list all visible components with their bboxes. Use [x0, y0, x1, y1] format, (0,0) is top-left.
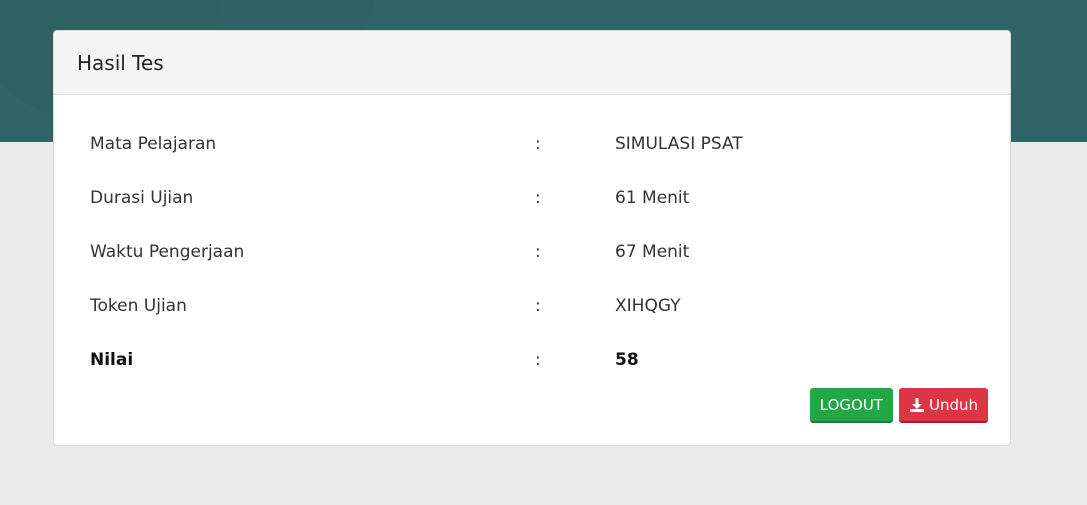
action-buttons: LOGOUT Unduh: [809, 388, 988, 423]
row-value: SIMULASI PSAT: [615, 134, 743, 154]
card-title: Hasil Tes: [77, 50, 164, 75]
row-value: XIHQGY: [615, 296, 681, 316]
row-colon: :: [535, 134, 541, 154]
row-colon: :: [535, 188, 541, 208]
row-duration: Durasi Ujian : 61 Menit: [90, 188, 970, 214]
download-label: Unduh: [928, 395, 978, 414]
row-label: Durasi Ujian: [90, 188, 194, 208]
row-value: 61 Menit: [615, 188, 690, 208]
card-header: Hasil Tes: [54, 31, 1010, 95]
logout-label: LOGOUT: [819, 395, 883, 414]
row-colon: :: [535, 242, 541, 262]
row-work-time: Waktu Pengerjaan : 67 Menit: [90, 242, 970, 268]
row-label: Token Ujian: [90, 296, 187, 316]
row-value: 58: [615, 350, 639, 370]
download-button[interactable]: Unduh: [898, 388, 988, 423]
row-score: Nilai : 58: [90, 350, 970, 376]
row-label: Waktu Pengerjaan: [90, 242, 245, 262]
row-subject: Mata Pelajaran : SIMULASI PSAT: [90, 134, 970, 160]
row-label: Nilai: [90, 350, 134, 370]
row-colon: :: [535, 350, 541, 370]
result-card: Hasil Tes Mata Pelajaran : SIMULASI PSAT…: [53, 30, 1011, 446]
row-token: Token Ujian : XIHQGY: [90, 296, 970, 322]
row-value: 67 Menit: [615, 242, 690, 262]
logout-button[interactable]: LOGOUT: [809, 388, 893, 423]
download-icon: [909, 397, 924, 412]
row-colon: :: [535, 296, 541, 316]
row-label: Mata Pelajaran: [90, 134, 217, 154]
